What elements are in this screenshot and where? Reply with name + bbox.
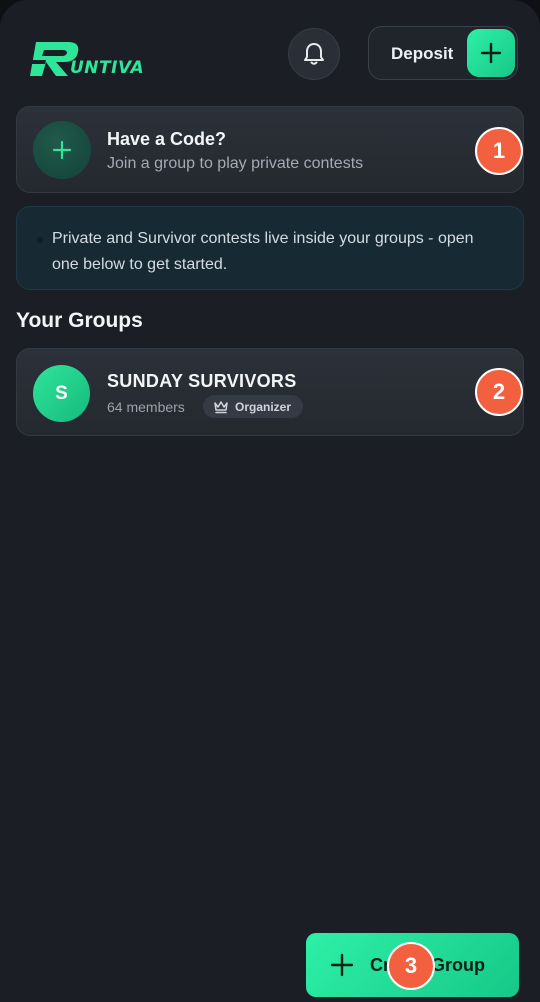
bell-icon bbox=[304, 43, 324, 65]
group-member-count: 64 members bbox=[107, 399, 185, 415]
plus-icon bbox=[330, 953, 354, 977]
groups-info-banner: Private and Survivor contests live insid… bbox=[16, 206, 524, 290]
deposit-button[interactable]: Deposit bbox=[368, 26, 518, 80]
step-marker-2: 2 bbox=[475, 368, 523, 416]
organizer-badge: Organizer bbox=[203, 395, 304, 418]
notifications-button[interactable] bbox=[288, 28, 340, 80]
code-card-subtitle: Join a group to play private contests bbox=[107, 155, 364, 172]
organizer-badge-label: Organizer bbox=[235, 399, 292, 414]
group-name: SUNDAY SURVIVORS bbox=[107, 371, 297, 391]
step-marker-1: 1 bbox=[475, 127, 523, 175]
app-screen: UNTIVA Deposit Have a Code? Join a group… bbox=[0, 0, 540, 1002]
info-bullet-icon bbox=[37, 237, 43, 243]
crown-icon bbox=[214, 400, 228, 413]
plus-icon bbox=[480, 42, 502, 64]
deposit-label: Deposit bbox=[391, 44, 454, 63]
your-groups-heading: Your Groups bbox=[16, 309, 143, 332]
join-group-button[interactable] bbox=[33, 121, 91, 179]
deposit-plus-button[interactable] bbox=[467, 29, 515, 77]
step-marker-3: 3 bbox=[387, 942, 435, 990]
group-avatar: S bbox=[33, 365, 90, 422]
plus-icon bbox=[52, 140, 72, 160]
code-card-title: Have a Code? bbox=[107, 129, 227, 149]
logo-wordmark: UNTIVA bbox=[70, 58, 145, 78]
runtiva-logo: UNTIVA bbox=[28, 38, 148, 82]
info-text: Private and Survivor contests live insid… bbox=[52, 230, 474, 273]
group-card[interactable]: S SUNDAY SURVIVORS 64 members Organizer bbox=[16, 348, 524, 436]
have-a-code-card[interactable]: Have a Code? Join a group to play privat… bbox=[16, 106, 524, 193]
